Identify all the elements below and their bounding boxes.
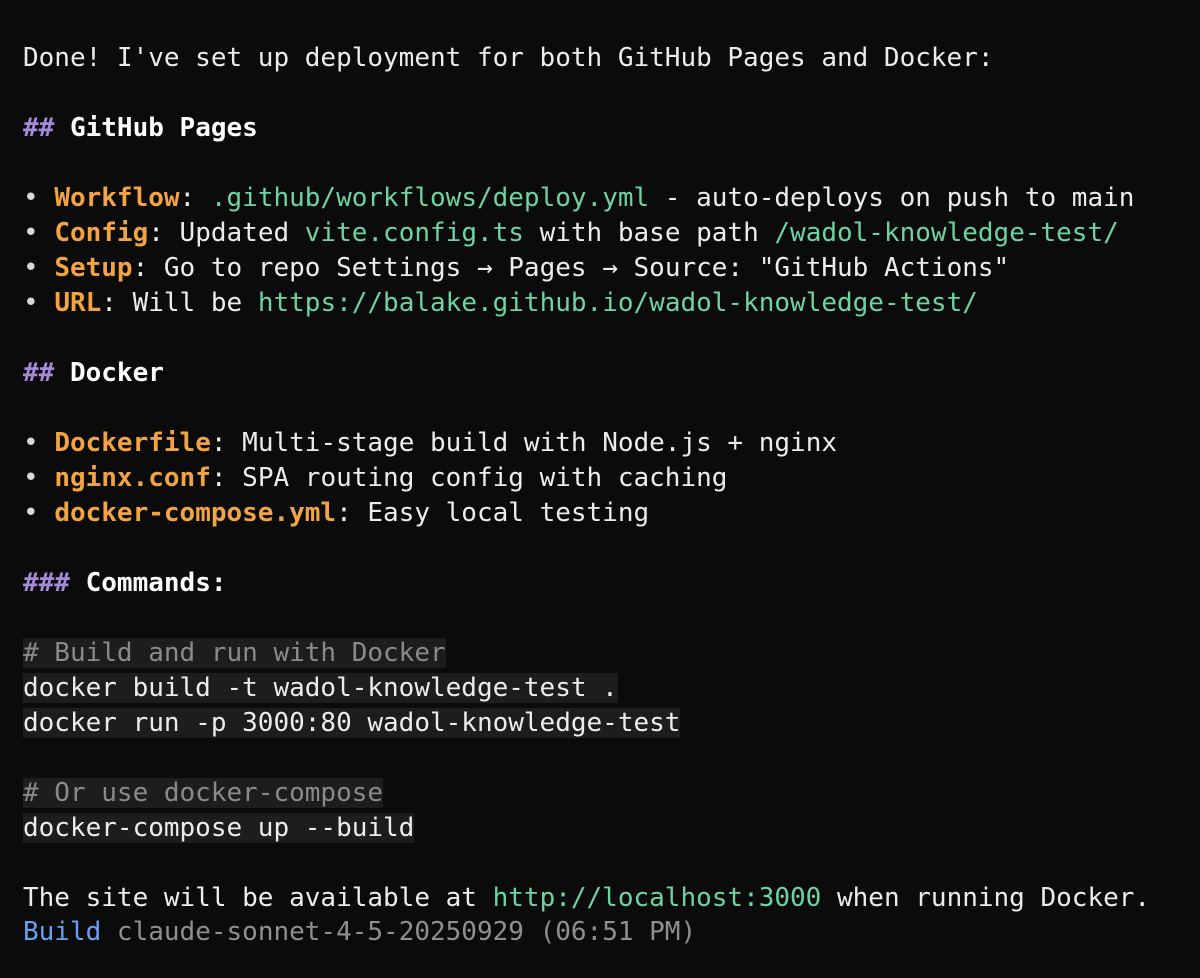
- code-line: docker run -p 3000:80 wadol-knowledge-te…: [23, 706, 681, 741]
- separator: :: [210, 463, 243, 493]
- heading-title: Commands:: [85, 568, 227, 598]
- code-line: docker build -t wadol-knowledge-test .: [23, 671, 618, 706]
- code-comment: # Or use docker-compose: [23, 778, 384, 808]
- code-line: # Build and run with Docker: [23, 636, 446, 671]
- item-key[interactable]: nginx.conf: [54, 463, 211, 493]
- heading-hash: ##: [23, 358, 55, 388]
- workflow-path[interactable]: .github/workflows/deploy.yml: [211, 183, 649, 213]
- item-key: Setup: [54, 253, 133, 283]
- list-item-setup: • Setup: Go to repo Settings → Pages → S…: [23, 251, 1009, 286]
- base-path: /wadol-knowledge-test/: [774, 218, 1119, 248]
- list-item-workflow: • Workflow: .github/workflows/deploy.yml…: [23, 181, 1134, 216]
- bullet: •: [23, 253, 39, 283]
- separator: :: [179, 183, 211, 213]
- config-file[interactable]: vite.config.ts: [305, 218, 524, 248]
- list-item-dockerfile: • Dockerfile: Multi-stage build with Nod…: [23, 426, 837, 461]
- build-label[interactable]: Build: [23, 917, 101, 947]
- separator: :: [132, 253, 164, 283]
- item-key[interactable]: Dockerfile: [54, 428, 211, 458]
- timestamp: (06:51 PM): [523, 917, 697, 947]
- section-heading-github-pages: ## GitHub Pages: [23, 111, 258, 146]
- item-text: Will be: [132, 288, 258, 318]
- item-key: Config: [54, 218, 149, 248]
- item-text: Go to repo Settings → Pages → Source: "G…: [163, 253, 1010, 283]
- section-heading-docker: ## Docker: [23, 356, 164, 391]
- heading-title: Docker: [69, 358, 164, 388]
- item-text: Easy local testing: [367, 498, 650, 528]
- list-item-docker-compose: • docker-compose.yml: Easy local testing: [23, 496, 649, 531]
- localhost-link[interactable]: http://localhost:3000: [493, 883, 822, 913]
- code-comment: # Build and run with Docker: [23, 638, 446, 668]
- separator: :: [336, 498, 368, 528]
- item-text: with base path: [523, 218, 775, 248]
- heading-hash: ###: [23, 568, 70, 598]
- item-text: Updated: [179, 218, 305, 248]
- intro-message: Done! I've set up deployment for both Gi…: [23, 43, 994, 73]
- bullet: •: [23, 428, 39, 458]
- heading-hash: ##: [23, 113, 55, 143]
- section-heading-commands: ### Commands:: [23, 566, 227, 601]
- separator: :: [101, 288, 133, 318]
- code-line: docker-compose up --build: [23, 811, 415, 846]
- item-key: Workflow: [54, 183, 180, 213]
- bullet: •: [23, 463, 39, 493]
- code-command[interactable]: docker build -t wadol-knowledge-test .: [23, 673, 618, 703]
- bullet: •: [23, 498, 39, 528]
- list-item-url: • URL: Will be https://balake.github.io/…: [23, 286, 978, 321]
- outro-post: when running Docker.: [821, 883, 1151, 913]
- item-key[interactable]: docker-compose.yml: [54, 498, 336, 528]
- item-key: URL: [54, 288, 102, 318]
- item-text: SPA routing config with caching: [242, 463, 728, 493]
- bullet: •: [23, 218, 39, 248]
- outro-text: The site will be available at http://loc…: [23, 881, 1150, 916]
- bullet: •: [23, 288, 39, 318]
- heading-title: GitHub Pages: [69, 113, 258, 143]
- bullet: •: [23, 183, 39, 213]
- code-line: # Or use docker-compose: [23, 776, 384, 811]
- separator: :: [148, 218, 180, 248]
- code-command[interactable]: docker-compose up --build: [23, 813, 415, 843]
- list-item-nginx-conf: • nginx.conf: SPA routing config with ca…: [23, 461, 727, 496]
- intro-text: Done! I've set up deployment for both Gi…: [23, 41, 994, 76]
- separator: :: [210, 428, 243, 458]
- item-text: - auto-deploys on push to main: [649, 183, 1135, 213]
- list-item-config: • Config: Updated vite.config.ts with ba…: [23, 216, 1119, 251]
- status-line: Build claude-sonnet-4-5-20250929 (06:51 …: [23, 915, 696, 950]
- pages-url-link[interactable]: https://balake.github.io/wadol-knowledge…: [258, 288, 978, 318]
- model-name: claude-sonnet-4-5-20250929: [101, 917, 524, 947]
- code-command[interactable]: docker run -p 3000:80 wadol-knowledge-te…: [23, 708, 681, 738]
- outro-pre: The site will be available at: [23, 883, 493, 913]
- item-text: Multi-stage build with Node.js + nginx: [242, 428, 837, 458]
